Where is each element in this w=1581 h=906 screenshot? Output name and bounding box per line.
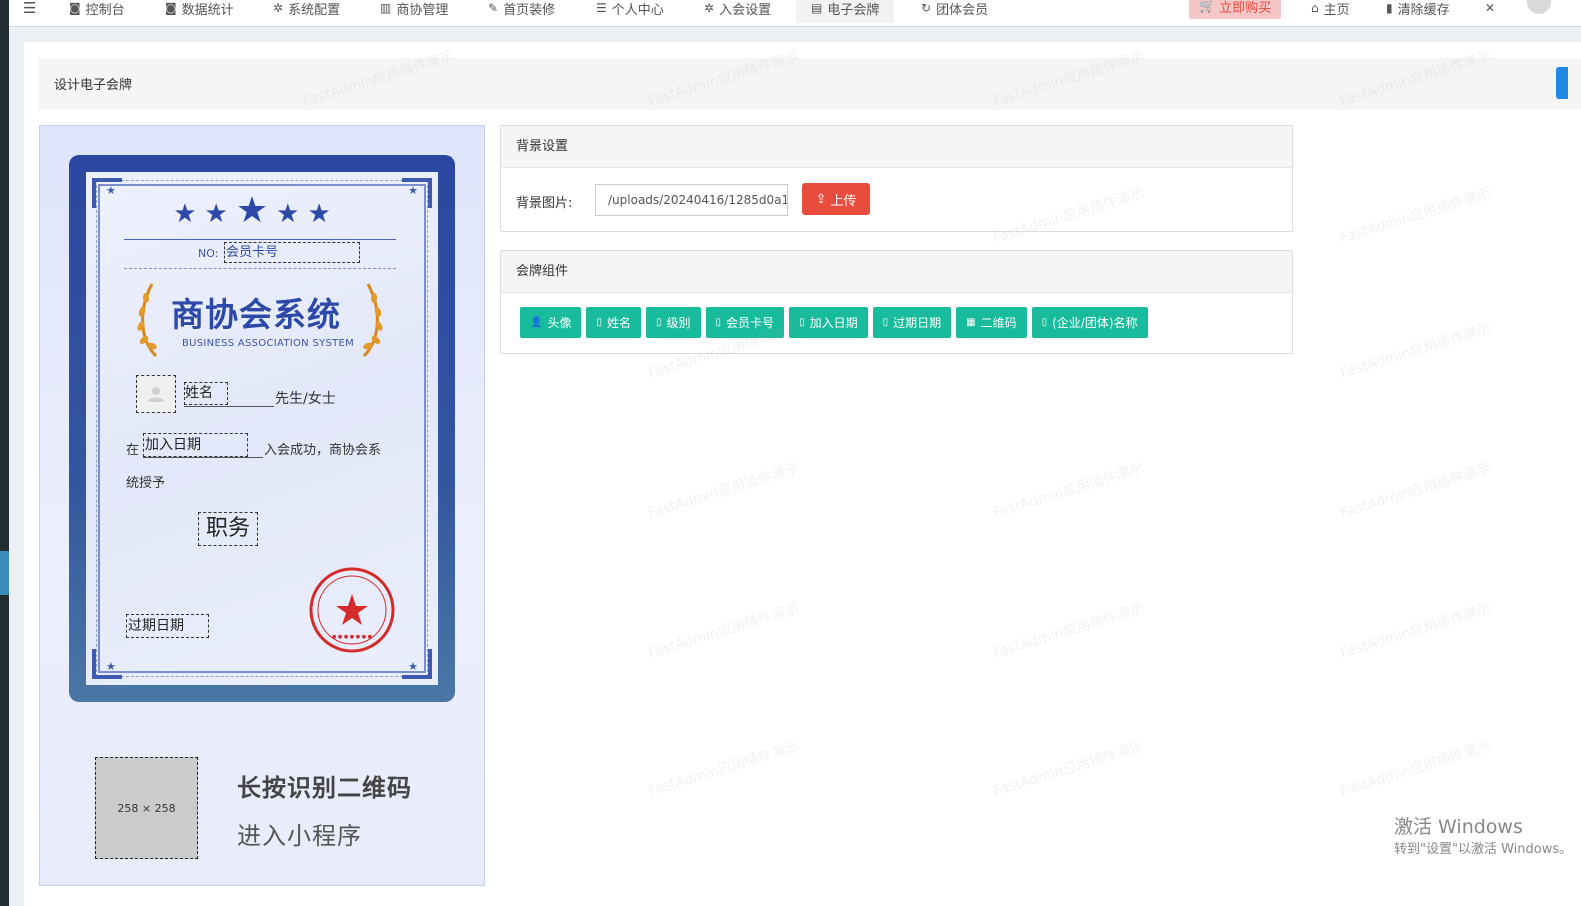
component-button-group: 👤 头像 ▯ 姓名 ▯ 级别 ▯ 会员卡号 ▯ 加入日期 ▯ 过期日期 ▦ 二维码 ▯ (企业/… — [520, 307, 1148, 338]
member-no-field[interactable]: 会员卡号 — [224, 242, 360, 263]
svg-text:● ● ● ● ● ● ●: ● ● ● ● ● ● ● — [332, 634, 373, 640]
user-icon: 👤 — [530, 317, 543, 328]
save-button-edge[interactable] — [1556, 67, 1568, 99]
file-icon: ▯ — [1041, 317, 1048, 328]
nav-item-console[interactable]: ◙ 控制台 — [69, 0, 125, 23]
file-icon: ▯ — [799, 317, 805, 328]
id-card-icon: ▤ — [811, 1, 823, 15]
star-icon: ★ — [408, 184, 418, 197]
badge-components-title: 会牌组件 — [501, 251, 1292, 293]
gauge-icon: ◙ — [165, 1, 177, 15]
divider — [124, 239, 396, 240]
divider — [124, 268, 396, 269]
nav-item-system-config[interactable]: ✲ 系统配置 — [273, 0, 340, 23]
gear-icon: ✲ — [273, 1, 284, 15]
avatar-field[interactable] — [136, 375, 176, 413]
gear-icon: ✲ — [704, 1, 715, 15]
page-title: 设计电子会牌 — [54, 78, 133, 93]
join-date-field[interactable]: 加入日期 — [143, 433, 248, 457]
add-expire-date-button[interactable]: ▯ 过期日期 — [872, 307, 952, 338]
nav-item-e-badge[interactable]: ▤ 电子会牌 — [796, 0, 895, 23]
add-name-button[interactable]: ▯ 姓名 — [586, 307, 641, 338]
badge-preview: ★ ★ ★ ★ ★★★★★ NO: 会员卡号 商协会系统 BUSINESS AS… — [39, 125, 485, 886]
background-image-input[interactable]: /uploads/20240416/1285d0a1 — [595, 184, 788, 216]
sir-label: 先生/女士 — [275, 391, 336, 407]
background-settings-box: 背景设置 背景图片: /uploads/20240416/1285d0a1 ⇪ 上… — [500, 125, 1293, 232]
qr-caption-2: 进入小程序 — [237, 822, 362, 850]
system-subtitle: BUSINESS ASSOCIATION SYSTEM — [182, 338, 355, 349]
nav-item-group-members[interactable]: ↻ 团体会员 — [921, 0, 988, 23]
nav-item-stats[interactable]: ◙ 数据统计 — [165, 0, 234, 23]
background-settings-title: 背景设置 — [501, 126, 1292, 168]
hamburger-icon: ☰ — [23, 0, 37, 17]
user-avatar[interactable] — [1527, 0, 1551, 14]
user-placeholder-icon — [148, 387, 164, 402]
buy-now-button[interactable]: 🛒 立即购买 — [1189, 0, 1282, 19]
nav-item-home-decor[interactable]: ✎ 首页装修 — [488, 0, 555, 23]
dashboard-icon: ◙ — [69, 1, 81, 15]
top-navbar: ☰ ◙ 控制台 ◙ 数据统计 ✲ 系统配置 ▥ 商协管理 ✎ 首页装修 ☰ 个人中心 ✲ 入会… — [9, 0, 1581, 27]
seal-stamp-icon: ● ● ● ● ● ● ● — [309, 567, 395, 653]
windows-activation-title: 激活 Windows — [1394, 816, 1523, 838]
divider — [184, 406, 274, 407]
add-card-no-button[interactable]: ▯ 会员卡号 — [705, 307, 785, 338]
edit-icon: ✎ — [488, 1, 499, 15]
add-level-button[interactable]: ▯ 级别 — [646, 307, 701, 338]
fullscreen-icon: ✕ — [1485, 1, 1496, 15]
refresh-icon: ↻ — [921, 1, 932, 15]
nav-item-join-settings[interactable]: ✲ 入会设置 — [704, 0, 771, 23]
nav-item-personal[interactable]: ☰ 个人中心 — [596, 0, 664, 23]
add-qrcode-button[interactable]: ▦ 二维码 — [956, 307, 1027, 338]
divider — [143, 457, 263, 458]
expire-date-field[interactable]: 过期日期 — [126, 614, 209, 638]
file-icon: ▯ — [882, 317, 889, 328]
qrcode-icon: ▦ — [966, 317, 976, 328]
in-label: 在 — [126, 443, 140, 458]
stars-row-icon: ★★★★★ — [173, 190, 339, 231]
clear-cache-button[interactable]: ▮ 清除缓存 — [1386, 0, 1450, 23]
join-text: 入会成功，商协会系 — [264, 443, 382, 458]
bar-chart-icon: ▥ — [380, 1, 392, 15]
star-icon: ★ — [408, 660, 418, 673]
qr-caption-1: 长按识别二维码 — [237, 774, 412, 802]
laurel-right-icon — [362, 283, 383, 358]
name-field[interactable]: 姓名 — [184, 382, 228, 405]
position-field[interactable]: 职务 — [198, 512, 258, 546]
system-title: 商协会系统 — [171, 295, 341, 334]
home-icon: ⌂ — [1311, 1, 1319, 15]
file-icon: ▯ — [596, 317, 602, 328]
upload-icon: ⇪ — [815, 191, 827, 207]
add-join-date-button[interactable]: ▯ 加入日期 — [789, 307, 868, 338]
nav-item-association[interactable]: ▥ 商协管理 — [380, 0, 448, 23]
trash-icon: ▮ — [1386, 1, 1393, 15]
sidebar-strip — [0, 0, 9, 906]
laurel-left-icon — [137, 283, 158, 358]
fullscreen-button[interactable]: ✕ — [1485, 0, 1495, 23]
qrcode-field[interactable]: 258 × 258 — [95, 757, 198, 859]
cart-icon: 🛒 — [1199, 0, 1216, 14]
home-link[interactable]: ⌂ 主页 — [1311, 0, 1350, 23]
list-icon: ☰ — [596, 1, 607, 15]
panel-heading — [38, 58, 1581, 110]
star-icon: ★ — [106, 184, 116, 197]
no-label: NO: — [198, 247, 219, 260]
badge-card-frame: ★ ★ ★ ★ ★★★★★ NO: 会员卡号 商协会系统 BUSINESS AS… — [69, 155, 455, 702]
sidebar-toggle-button[interactable]: ☰ — [23, 0, 36, 23]
join-text-2: 统授予 — [126, 476, 166, 491]
background-image-label: 背景图片: — [516, 196, 573, 211]
badge-card-inner: ★ ★ ★ ★ ★★★★★ NO: 会员卡号 商协会系统 BUSINESS AS… — [86, 172, 438, 685]
windows-activation-hint: 转到"设置"以激活 Windows。 — [1394, 842, 1573, 857]
star-icon: ★ — [106, 660, 116, 673]
badge-components-box: 会牌组件 👤 头像 ▯ 姓名 ▯ 级别 ▯ 会员卡号 ▯ 加入日期 ▯ 过期日期 ▦ 二维码 … — [500, 250, 1293, 354]
add-avatar-button[interactable]: 👤 头像 — [520, 307, 582, 338]
sidebar-active-accent — [0, 551, 9, 595]
file-icon: ▯ — [656, 317, 662, 328]
upload-button[interactable]: ⇪ 上传 — [802, 183, 870, 215]
file-icon: ▯ — [715, 317, 722, 328]
add-org-name-button[interactable]: ▯ (企业/团体)名称 — [1031, 307, 1148, 338]
